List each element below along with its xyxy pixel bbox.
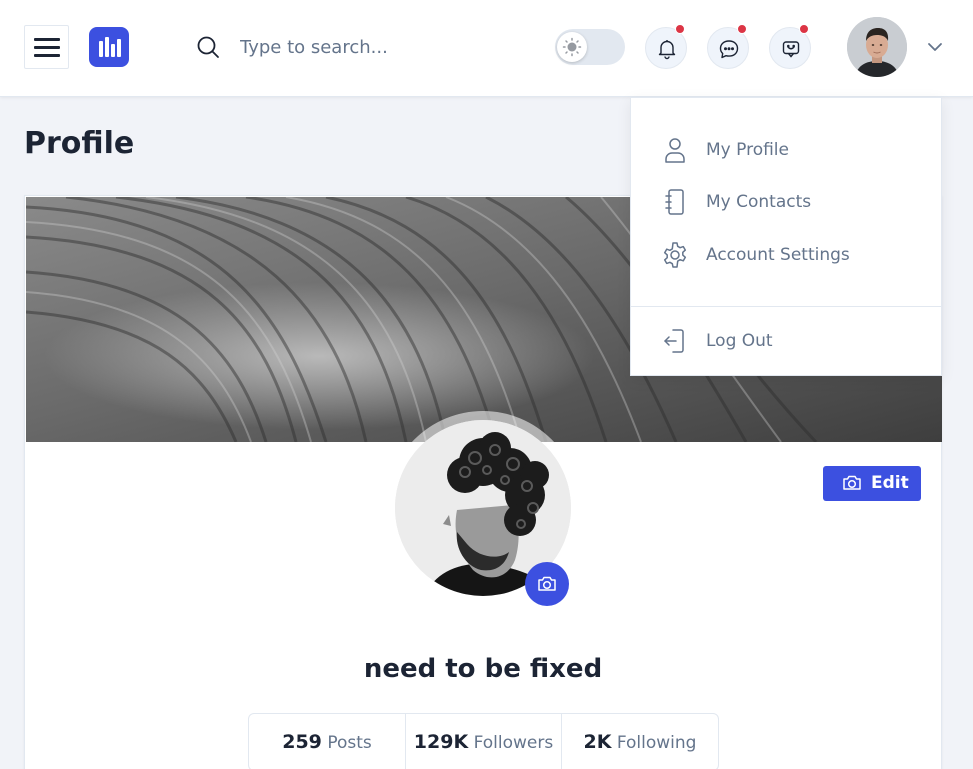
logo-bar — [99, 41, 103, 57]
logo-bar — [105, 37, 109, 57]
chevron-down-icon[interactable] — [926, 38, 944, 56]
notification-dot — [675, 24, 685, 34]
edit-button-label: Edit — [871, 473, 909, 493]
chat-bubble-icon — [719, 40, 739, 59]
menu-item-my-profile[interactable]: My Profile — [661, 133, 921, 167]
app-logo[interactable] — [89, 27, 129, 67]
camera-icon — [538, 576, 556, 591]
notification-dot — [799, 24, 809, 34]
logo-bar — [111, 44, 115, 57]
bell-icon — [658, 40, 676, 60]
stat-following[interactable]: 2K Following — [562, 714, 718, 769]
search-icon[interactable] — [196, 35, 220, 59]
avatar-photo — [847, 17, 907, 77]
menu-item-label: Account Settings — [706, 245, 850, 265]
profile-name: need to be fixed — [363, 654, 603, 684]
contacts-book-icon — [665, 189, 684, 215]
hamburger-line — [34, 38, 60, 41]
stat-value: 259 — [282, 731, 322, 753]
notification-dot — [737, 24, 747, 34]
change-photo-button[interactable] — [525, 562, 569, 606]
hamburger-line — [34, 46, 60, 49]
top-header — [0, 0, 973, 97]
page-title: Profile — [24, 126, 135, 161]
menu-item-my-contacts[interactable]: My Contacts — [661, 185, 921, 219]
logout-icon — [664, 329, 684, 353]
stat-value: 129K — [413, 731, 469, 753]
toggle-knob — [557, 32, 587, 62]
notifications-button[interactable] — [645, 24, 687, 69]
stat-followers[interactable]: 129K Followers — [406, 714, 562, 769]
search-input[interactable] — [240, 30, 500, 64]
menu-item-label: Log Out — [706, 331, 773, 351]
camera-icon — [843, 475, 861, 490]
sun-icon — [562, 37, 582, 57]
logo-bar — [117, 39, 121, 57]
stat-label: Posts — [327, 733, 372, 753]
gear-icon — [663, 242, 687, 268]
messages-button[interactable] — [707, 24, 749, 69]
stat-label: Followers — [473, 733, 554, 753]
hamburger-line — [34, 54, 60, 57]
stat-label: Following — [616, 733, 697, 753]
user-icon — [665, 138, 685, 163]
stat-posts[interactable]: 259 Posts — [249, 714, 406, 769]
dark-mode-toggle[interactable] — [555, 29, 625, 65]
menu-item-log-out[interactable]: Log Out — [661, 324, 921, 358]
menu-item-account-settings[interactable]: Account Settings — [661, 238, 921, 272]
menu-item-label: My Contacts — [706, 192, 812, 212]
menu-item-label: My Profile — [706, 140, 789, 160]
stat-value: 2K — [583, 731, 612, 753]
edit-cover-button[interactable]: Edit — [823, 466, 921, 501]
user-avatar[interactable] — [847, 17, 907, 77]
user-dropdown-menu: My Profile My Contacts Account Settings … — [630, 97, 942, 376]
profile-photo-frame — [386, 411, 580, 606]
profile-stats: 259 Posts 129K Followers 2K Following — [248, 713, 719, 769]
menu-divider — [631, 306, 941, 307]
message-square-icon — [782, 41, 800, 58]
hamburger-menu-button[interactable] — [24, 25, 69, 69]
support-chat-button[interactable] — [769, 24, 811, 69]
